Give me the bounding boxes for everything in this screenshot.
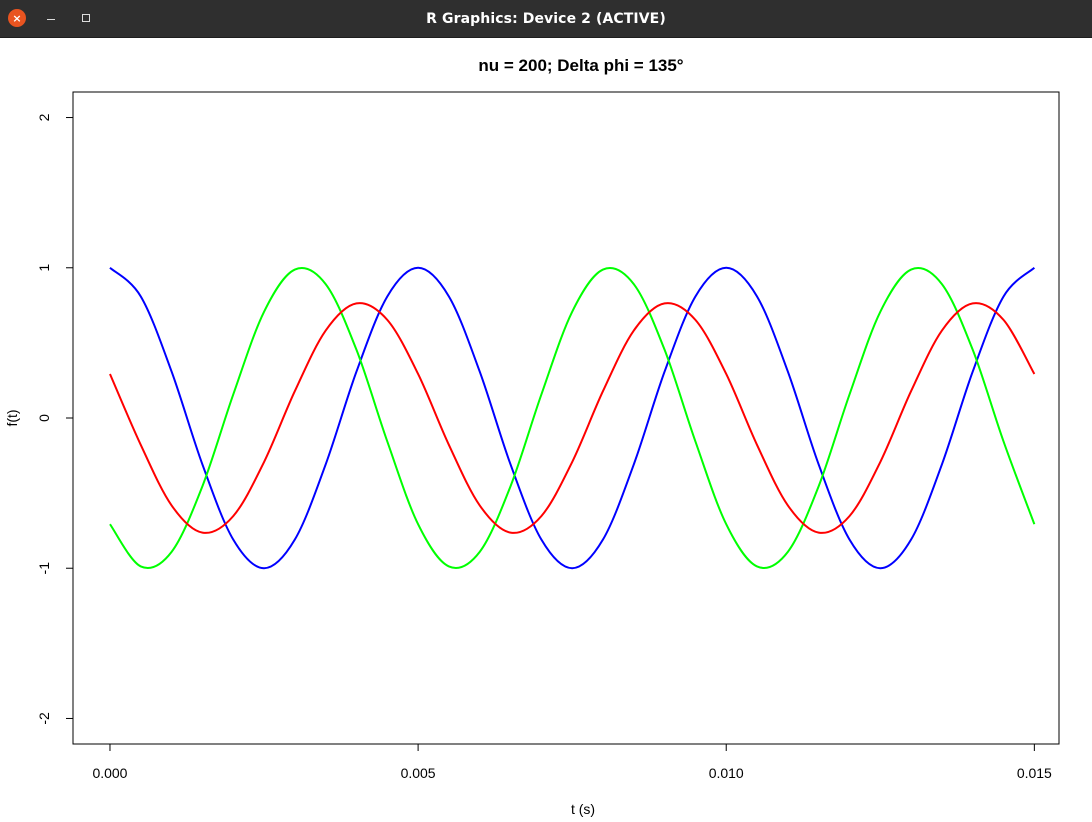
y-axis-label: f(t) — [4, 409, 20, 426]
series-layer — [109, 266, 1036, 570]
sine-wave-chart: nu = 200; Delta phi = 135° 0.000 0.005 0.0… — [4, 56, 1060, 817]
window-title: R Graphics: Device 2 (ACTIVE) — [426, 10, 666, 27]
chart-title: nu = 200; Delta phi = 135° — [478, 56, 683, 75]
y-tick-label: 2 — [36, 113, 52, 121]
y-tick-label: -1 — [36, 562, 52, 575]
x-tick-label: 0.005 — [401, 765, 436, 781]
x-axis-label: t (s) — [571, 801, 595, 817]
series-line-1 — [109, 267, 1036, 569]
x-tick-label: 0.000 — [92, 765, 127, 781]
x-tick-label: 0.015 — [1017, 765, 1052, 781]
series-line-2 — [109, 302, 1036, 534]
maximize-window-button[interactable] — [77, 9, 95, 27]
y-tick-label: 1 — [36, 264, 52, 272]
window-titlebar[interactable]: × R Graphics: Device 2 (ACTIVE) — [0, 0, 1092, 38]
y-tick-label: -2 — [36, 712, 52, 725]
plot-canvas: nu = 200; Delta phi = 135° 0.000 0.005 0.0… — [0, 37, 1092, 817]
plot-frame — [72, 91, 1060, 745]
close-icon: × — [12, 11, 22, 25]
close-window-button[interactable]: × — [8, 9, 26, 27]
y-axis: -2 -1 0 1 2 — [36, 113, 74, 725]
x-tick-label: 0.010 — [709, 765, 744, 781]
x-axis: 0.000 0.005 0.010 0.015 — [92, 743, 1052, 781]
minimize-window-button[interactable] — [42, 9, 60, 27]
y-tick-label: 0 — [36, 414, 52, 422]
